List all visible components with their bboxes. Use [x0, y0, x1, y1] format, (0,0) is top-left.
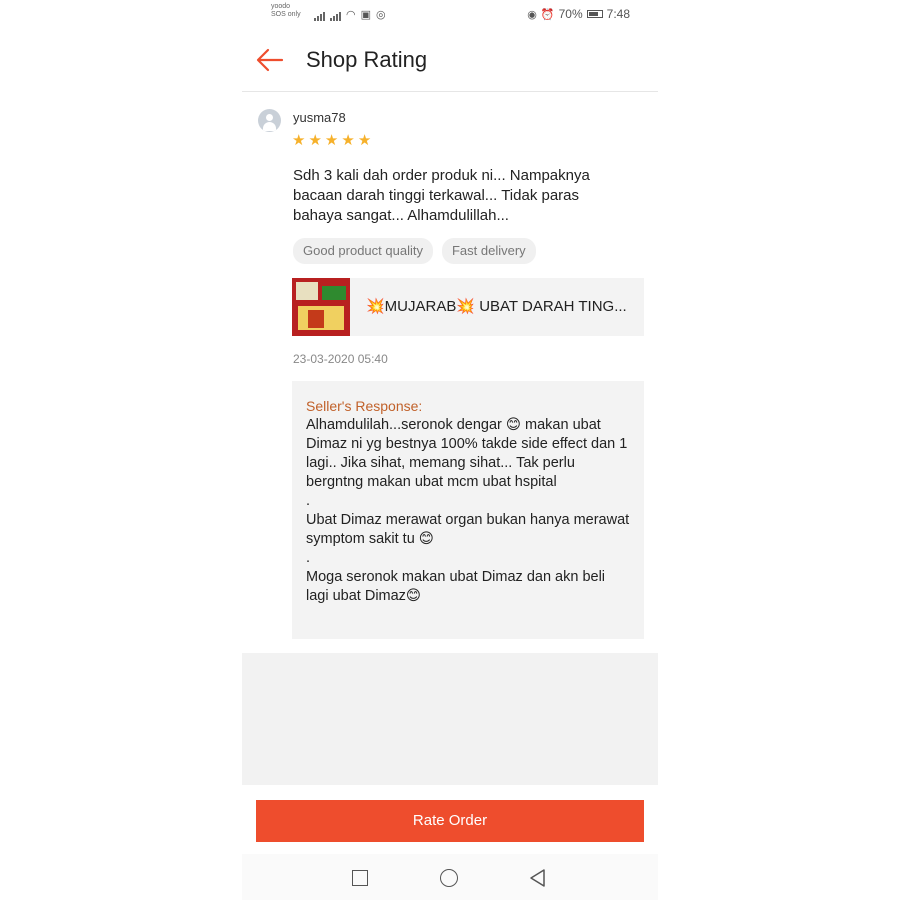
alarm-icon: ⏰ — [540, 8, 555, 21]
system-nav-bar — [242, 854, 658, 900]
avatar[interactable] — [258, 109, 281, 132]
signal-icons: ◠ ▣ ◎ — [314, 8, 386, 21]
battery-percent: 70% — [558, 7, 583, 21]
carrier-name: yoodo — [271, 3, 291, 10]
carrier-label: yoodo SOS only — [271, 3, 301, 19]
back-button[interactable] — [254, 45, 286, 75]
signal-2-icon — [330, 12, 341, 21]
header: Shop Rating — [242, 30, 658, 92]
product-thumbnail — [292, 278, 350, 336]
notification-icon: ▣ — [360, 9, 372, 21]
eye-icon: ◉ — [527, 8, 537, 21]
status-bar: yoodo SOS only ◠ ▣ ◎ ◉ ⏰ 70% 7:48 — [242, 0, 658, 28]
battery-icon — [586, 10, 603, 18]
tag-fast-delivery: Fast delivery — [441, 238, 536, 264]
product-card[interactable]: 💥MUJARAB💥 UBAT DARAH TING... — [292, 278, 644, 336]
star-icon: ★ — [324, 132, 339, 149]
review-tags: Good product quality Fast delivery — [293, 238, 536, 264]
wifi-icon: ◠ — [346, 9, 356, 21]
review-timestamp: 23-03-2020 05:40 — [293, 352, 388, 366]
status-right: ◉ ⏰ 70% 7:48 — [527, 7, 630, 21]
star-icon: ★ — [341, 132, 355, 149]
star-icon: ★ — [308, 132, 322, 149]
clock: 7:48 — [606, 7, 630, 21]
carrier-status: SOS only — [271, 11, 301, 18]
product-name: 💥MUJARAB💥 UBAT DARAH TING... — [366, 298, 627, 315]
page-title: Shop Rating — [306, 47, 428, 72]
app-icon: ◎ — [376, 9, 386, 21]
home-icon[interactable] — [440, 869, 458, 887]
seller-response-title: Seller's Response: — [306, 398, 423, 414]
review-text: Sdh 3 kali dah order produk ni... Nampak… — [293, 167, 590, 224]
phone-screen: yoodo SOS only ◠ ▣ ◎ ◉ ⏰ 70% 7:48 Shop R… — [242, 0, 658, 900]
rate-order-button[interactable]: Rate Order — [256, 800, 644, 842]
signal-icon — [314, 12, 325, 21]
star-icon: ★ — [292, 132, 306, 149]
rating-stars: ★ ★ ★ ★ ★ — [292, 133, 371, 148]
arrow-left-icon — [256, 48, 284, 72]
empty-area — [242, 653, 658, 785]
seller-response: Seller's Response: Alhamdulilah...serono… — [292, 381, 644, 639]
review-item: yusma78 ★ ★ ★ ★ ★ Sdh 3 kali dah order p… — [242, 93, 658, 653]
tag-product-quality: Good product quality — [293, 238, 433, 264]
back-triangle-icon[interactable] — [528, 868, 546, 888]
review-username[interactable]: yusma78 — [293, 110, 346, 125]
recent-apps-icon[interactable] — [352, 870, 368, 886]
seller-response-text: Alhamdulilah...seronok dengar 😊 makan ub… — [306, 417, 630, 604]
star-icon: ★ — [357, 132, 372, 149]
